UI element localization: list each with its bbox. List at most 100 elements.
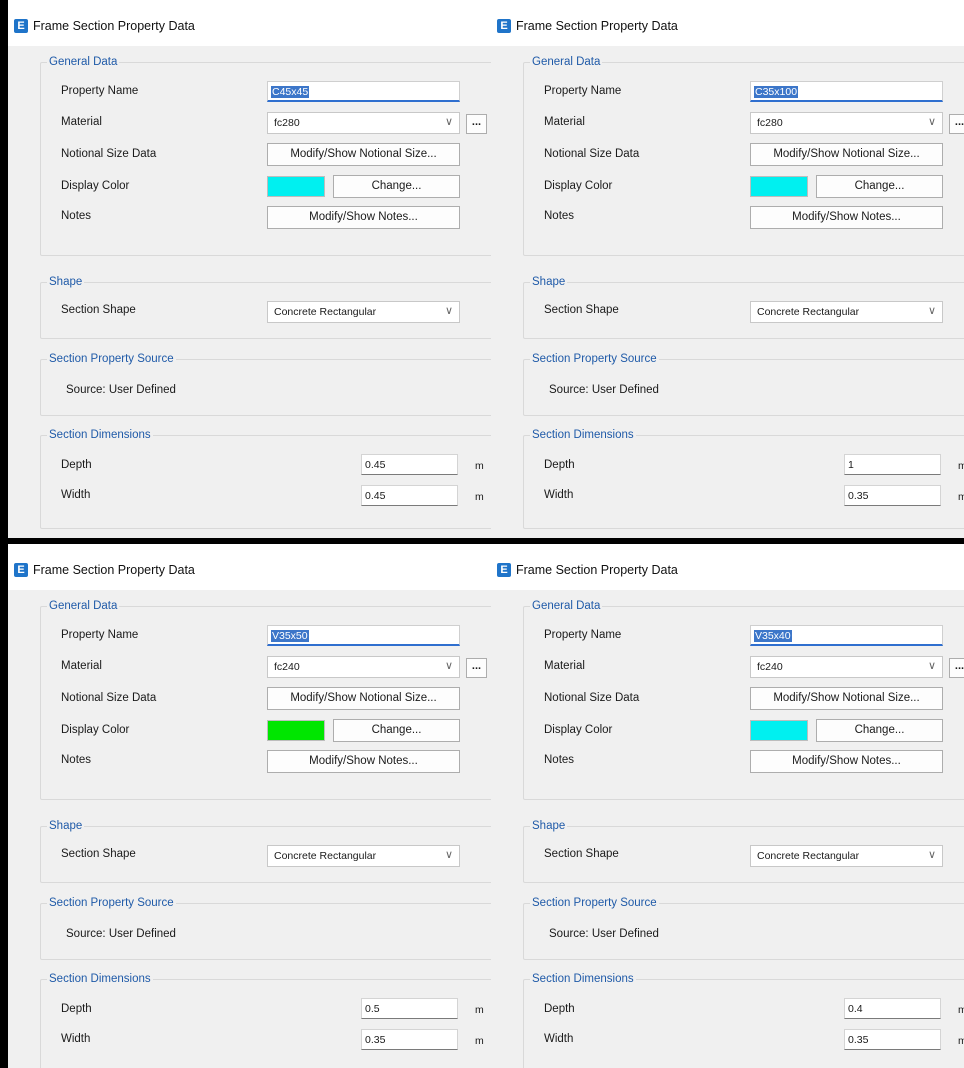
section-property-source-group: Section Property Source Source: User Def… <box>523 896 964 960</box>
frame-section-dialog-1: E Frame Section Property Data General Da… <box>8 0 491 538</box>
shape-group: Shape Section Shape Concrete Rectangular… <box>40 275 491 339</box>
material-select[interactable]: fc280 ∨ <box>267 112 460 134</box>
title-bar: E Frame Section Property Data <box>8 544 491 590</box>
section-property-source-label: Section Property Source <box>47 896 176 910</box>
section-shape-value: Concrete Rectangular <box>274 306 377 318</box>
property-name-input[interactable]: V35x50 <box>267 625 460 646</box>
window-title: Frame Section Property Data <box>516 563 678 577</box>
material-select[interactable]: fc240 ∨ <box>267 656 460 678</box>
notional-size-button[interactable]: Modify/Show Notional Size... <box>267 143 460 166</box>
change-color-button[interactable]: Change... <box>333 175 460 198</box>
depth-input[interactable]: 0.5 <box>361 998 458 1019</box>
section-dimensions-group: Section Dimensions Depth 0.45 m Width 0.… <box>40 428 491 529</box>
section-shape-select[interactable]: Concrete Rectangular ∨ <box>750 301 943 323</box>
notional-size-button[interactable]: Modify/Show Notional Size... <box>750 687 943 710</box>
width-input[interactable]: 0.35 <box>844 1029 941 1050</box>
property-name-input[interactable]: C45x45 <box>267 81 460 102</box>
notes-button[interactable]: Modify/Show Notes... <box>267 206 460 229</box>
chevron-down-icon: ∨ <box>444 849 453 861</box>
general-data-label: General Data <box>47 599 120 613</box>
depth-label: Depth <box>544 1003 575 1015</box>
general-data-group: General Data Property Name V35x50 Materi… <box>40 599 491 800</box>
width-input[interactable]: 0.35 <box>844 485 941 506</box>
notes-button[interactable]: Modify/Show Notes... <box>750 206 943 229</box>
section-dimensions-group: Section Dimensions Depth 0.4 m Width 0.3… <box>523 972 964 1068</box>
depth-input[interactable]: 1 <box>844 454 941 475</box>
window-title: Frame Section Property Data <box>33 19 195 33</box>
material-ellipsis-button[interactable]: ... <box>949 114 964 134</box>
section-shape-select[interactable]: Concrete Rectangular ∨ <box>750 845 943 867</box>
general-data-group: General Data Property Name V35x40 Materi… <box>523 599 964 800</box>
width-label: Width <box>61 489 91 501</box>
depth-value: 0.5 <box>365 1003 380 1015</box>
depth-input[interactable]: 0.4 <box>844 998 941 1019</box>
property-name-input[interactable]: V35x40 <box>750 625 943 646</box>
property-name-value: V35x40 <box>754 630 792 642</box>
material-select[interactable]: fc280 ∨ <box>750 112 943 134</box>
width-value: 0.35 <box>848 490 869 502</box>
width-input[interactable]: 0.45 <box>361 485 458 506</box>
section-dimensions-group: Section Dimensions Depth 0.5 m Width 0.3… <box>40 972 491 1068</box>
property-name-label: Property Name <box>544 85 622 97</box>
material-value: fc280 <box>757 117 783 129</box>
change-color-button[interactable]: Change... <box>816 175 943 198</box>
notional-size-button[interactable]: Modify/Show Notional Size... <box>267 687 460 710</box>
display-color-label: Display Color <box>544 180 613 192</box>
title-bar: E Frame Section Property Data <box>491 0 964 46</box>
title-bar: E Frame Section Property Data <box>491 544 964 590</box>
display-color-swatch[interactable] <box>267 176 325 197</box>
shape-group: Shape Section Shape Concrete Rectangular… <box>523 819 964 883</box>
display-color-label: Display Color <box>61 724 130 736</box>
notes-label: Notes <box>544 210 575 222</box>
material-ellipsis-button[interactable]: ... <box>466 658 487 678</box>
notes-button[interactable]: Modify/Show Notes... <box>750 750 943 773</box>
property-name-label: Property Name <box>61 85 139 97</box>
notional-size-label: Notional Size Data <box>544 692 640 704</box>
section-dimensions-label: Section Dimensions <box>530 428 636 442</box>
property-name-value: V35x50 <box>271 630 309 642</box>
display-color-swatch[interactable] <box>750 176 808 197</box>
depth-value: 0.45 <box>365 459 386 471</box>
display-color-swatch[interactable] <box>267 720 325 741</box>
display-color-label: Display Color <box>544 724 613 736</box>
section-shape-value: Concrete Rectangular <box>274 850 377 862</box>
section-property-source-label: Section Property Source <box>530 352 659 366</box>
shape-label: Shape <box>47 819 85 833</box>
source-text: Source: User Defined <box>549 928 659 940</box>
width-input[interactable]: 0.35 <box>361 1029 458 1050</box>
depth-input[interactable]: 0.45 <box>361 454 458 475</box>
material-ellipsis-button[interactable]: ... <box>466 114 487 134</box>
section-shape-label: Section Shape <box>544 304 619 316</box>
shape-group: Shape Section Shape Concrete Rectangular… <box>40 819 491 883</box>
material-select[interactable]: fc240 ∨ <box>750 656 943 678</box>
display-color-swatch[interactable] <box>750 720 808 741</box>
window-title: Frame Section Property Data <box>33 563 195 577</box>
material-value: fc240 <box>274 661 300 673</box>
section-shape-label: Section Shape <box>61 304 136 316</box>
section-shape-value: Concrete Rectangular <box>757 850 860 862</box>
width-value: 0.35 <box>848 1034 869 1046</box>
source-text: Source: User Defined <box>549 384 659 396</box>
depth-label: Depth <box>61 1003 92 1015</box>
change-color-button[interactable]: Change... <box>333 719 460 742</box>
property-name-input[interactable]: C35x100 <box>750 81 943 102</box>
notes-button[interactable]: Modify/Show Notes... <box>267 750 460 773</box>
general-data-label: General Data <box>530 55 603 69</box>
general-data-label: General Data <box>47 55 120 69</box>
notional-size-button[interactable]: Modify/Show Notional Size... <box>750 143 943 166</box>
change-color-button[interactable]: Change... <box>816 719 943 742</box>
section-shape-label: Section Shape <box>61 848 136 860</box>
notes-label: Notes <box>61 754 92 766</box>
frame-section-dialog-2: E Frame Section Property Data General Da… <box>491 0 964 538</box>
source-text: Source: User Defined <box>66 928 176 940</box>
section-shape-select[interactable]: Concrete Rectangular ∨ <box>267 845 460 867</box>
section-shape-select[interactable]: Concrete Rectangular ∨ <box>267 301 460 323</box>
section-property-source-group: Section Property Source Source: User Def… <box>523 352 964 416</box>
material-ellipsis-button[interactable]: ... <box>949 658 964 678</box>
width-unit: m <box>475 1035 484 1047</box>
property-name-value: C45x45 <box>271 86 310 98</box>
section-dimensions-label: Section Dimensions <box>530 972 636 986</box>
shape-label: Shape <box>530 275 568 289</box>
section-dimensions-group: Section Dimensions Depth 1 m Width 0.35 … <box>523 428 964 529</box>
notional-size-label: Notional Size Data <box>544 148 640 160</box>
